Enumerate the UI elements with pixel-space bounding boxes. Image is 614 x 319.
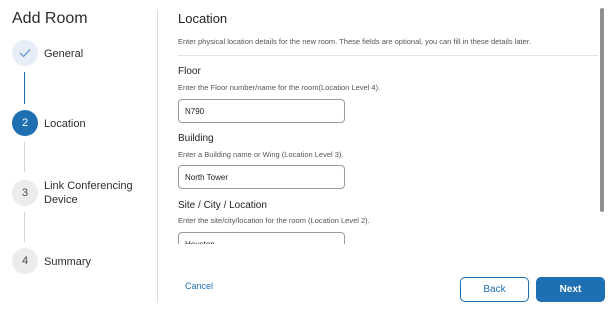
- floor-input[interactable]: [178, 99, 345, 123]
- building-label: Building: [178, 133, 214, 144]
- step-summary-label[interactable]: Summary: [44, 255, 91, 269]
- step-3-number: 3: [12, 180, 38, 206]
- site-help: Enter the site/city/location for the roo…: [178, 216, 370, 225]
- location-form: Location Enter physical location details…: [178, 0, 608, 319]
- step-4-number: 4: [12, 248, 38, 274]
- step-link-device-label[interactable]: Link Conferencing Device: [44, 179, 144, 207]
- building-help: Enter a Building name or Wing (Location …: [178, 150, 344, 159]
- form-scroll-area[interactable]: Floor Enter the Floor number/name for th…: [178, 56, 598, 244]
- cancel-button[interactable]: Cancel: [185, 281, 213, 291]
- wizard-stepper: Add Room General 2 Location 3 Link Confe…: [0, 0, 158, 319]
- section-title: Location: [178, 11, 228, 26]
- back-button[interactable]: Back: [460, 277, 529, 302]
- wizard-title: Add Room: [12, 10, 88, 27]
- section-description: Enter physical location details for the …: [178, 37, 531, 46]
- step-connector: [24, 212, 25, 242]
- next-button[interactable]: Next: [536, 277, 605, 302]
- floor-label: Floor: [178, 66, 201, 77]
- step-location-label[interactable]: Location: [44, 117, 86, 131]
- form-scrollbar[interactable]: [600, 8, 604, 212]
- panel-divider: [157, 10, 158, 302]
- step-connector: [24, 72, 25, 104]
- step-general-label[interactable]: General: [44, 47, 83, 61]
- step-2-number: 2: [12, 110, 38, 136]
- step-1-check-icon: [12, 40, 38, 66]
- floor-help: Enter the Floor number/name for the room…: [178, 83, 381, 92]
- site-input[interactable]: [178, 232, 345, 244]
- building-input[interactable]: [178, 165, 345, 189]
- site-label: Site / City / Location: [178, 200, 267, 211]
- step-connector: [24, 142, 25, 172]
